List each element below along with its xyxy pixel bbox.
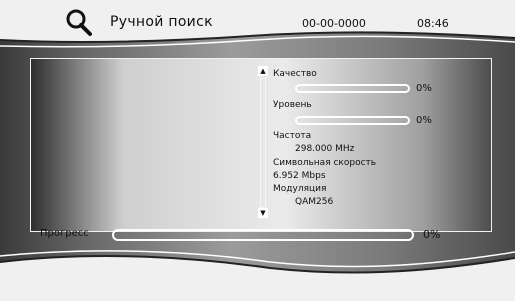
tv-screen: Ручной поиск 00-00-0000 08:46 ▲ ▼ Качест… bbox=[0, 0, 515, 301]
info-scrollbar[interactable]: ▲ ▼ bbox=[258, 66, 268, 218]
page-title: Ручной поиск bbox=[110, 14, 213, 30]
modulation-label: Модуляция bbox=[273, 184, 327, 194]
triangle-down-icon[interactable]: ▼ bbox=[258, 208, 268, 218]
level-bar bbox=[295, 116, 410, 125]
symbol-rate-label: Символьная скорость bbox=[273, 158, 377, 168]
search-icon bbox=[66, 9, 92, 36]
modulation-value: QAM256 bbox=[295, 197, 334, 207]
triangle-up-icon[interactable]: ▲ bbox=[258, 66, 268, 76]
scroll-track[interactable] bbox=[260, 78, 266, 208]
progress-percent: 0% bbox=[423, 228, 441, 241]
quality-label: Качество bbox=[273, 69, 317, 79]
time-display: 08:46 bbox=[417, 17, 449, 30]
frequency-value: 298.000 MHz bbox=[295, 144, 355, 154]
level-label: Уровень bbox=[273, 100, 312, 110]
level-percent: 0% bbox=[416, 115, 432, 126]
symbol-rate-value: 6.952 Mbps bbox=[273, 171, 326, 181]
progress-label: Прогресс bbox=[40, 228, 89, 239]
frequency-label: Частота bbox=[273, 131, 312, 141]
date-display: 00-00-0000 bbox=[302, 17, 366, 30]
quality-percent: 0% bbox=[416, 83, 432, 94]
quality-bar bbox=[295, 84, 410, 93]
progress-bar bbox=[112, 229, 414, 241]
